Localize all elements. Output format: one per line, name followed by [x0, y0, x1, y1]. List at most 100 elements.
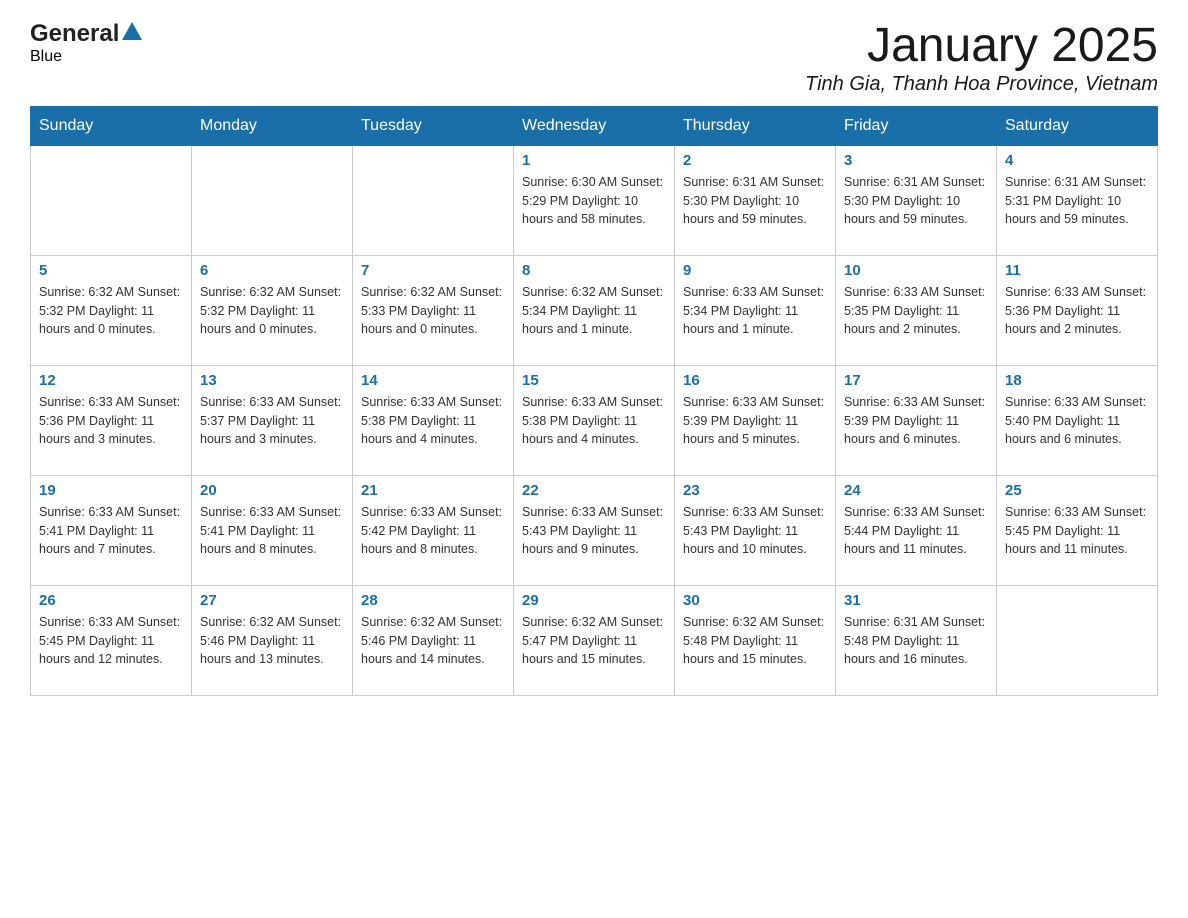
calendar-cell: 25 Sunrise: 6:33 AM Sunset: 5:45 PM Dayli… — [997, 475, 1158, 585]
day-info: Sunrise: 6:32 AM Sunset: 5:46 PM Dayligh… — [200, 613, 344, 669]
calendar-cell: 2 Sunrise: 6:31 AM Sunset: 5:30 PM Daylig… — [675, 145, 836, 255]
day-info: Sunrise: 6:32 AM Sunset: 5:47 PM Dayligh… — [522, 613, 666, 669]
day-info: Sunrise: 6:33 AM Sunset: 5:35 PM Dayligh… — [844, 283, 988, 339]
calendar-header: SundayMondayTuesdayWednesdayThursdayFrid… — [31, 106, 1158, 145]
day-number: 7 — [361, 262, 505, 279]
calendar-cell: 19Sunrise: 6:33 AM Sunset: 5:41 PM Dayli… — [31, 475, 192, 585]
day-number: 21 — [361, 482, 505, 499]
day-number: 13 — [200, 372, 344, 389]
calendar-cell: 4 Sunrise: 6:31 AM Sunset: 5:31 PM Daylig… — [997, 145, 1158, 255]
calendar-week-0: 1Sunrise: 6:30 AM Sunset: 5:29 PM Daylig… — [31, 145, 1158, 255]
day-number: 15 — [522, 372, 666, 389]
day-info: Sunrise: 6:31 AM Sunset: 5:48 PM Dayligh… — [844, 613, 988, 669]
day-number: 3 — [844, 152, 988, 169]
day-number: 20 — [200, 482, 344, 499]
column-header-monday: Monday — [192, 106, 353, 145]
day-number: 31 — [844, 592, 988, 609]
calendar-cell: 10 Sunrise: 6:33 AM Sunset: 5:35 PM Dayli… — [836, 255, 997, 365]
logo-triangle-icon — [122, 22, 142, 40]
day-number: 25 — [1005, 482, 1149, 499]
day-info: Sunrise: 6:33 AM Sunset: 5:38 PM Dayligh… — [361, 393, 505, 449]
calendar-cell: 20 Sunrise: 6:33 AM Sunset: 5:41 PM Dayli… — [192, 475, 353, 585]
day-info: Sunrise: 6:32 AM Sunset: 5:46 PM Dayligh… — [361, 613, 505, 669]
day-number: 16 — [683, 372, 827, 389]
calendar-cell: 18 Sunrise: 6:33 AM Sunset: 5:40 PM Dayli… — [997, 365, 1158, 475]
calendar-week-4: 26Sunrise: 6:33 AM Sunset: 5:45 PM Dayli… — [31, 585, 1158, 695]
calendar-cell: 30Sunrise: 6:32 AM Sunset: 5:48 PM Dayli… — [675, 585, 836, 695]
day-number: 17 — [844, 372, 988, 389]
day-info: Sunrise: 6:31 AM Sunset: 5:30 PM Dayligh… — [683, 173, 827, 229]
calendar-week-3: 19 Sunrise: 6:33 AM Sunset: 5:41 PM Dayli… — [31, 475, 1158, 585]
day-number: 22 — [522, 482, 666, 499]
day-info: Sunrise: 6:32 AM Sunset: 5:32 PM Dayligh… — [200, 283, 344, 339]
day-info: Sunrise: 6:33 AM Sunset: 5:36 PM Dayligh… — [39, 393, 183, 449]
calendar-cell: 29Sunrise: 6:32 AM Sunset: 5:47 PM Dayli… — [514, 585, 675, 695]
calendar-week-2: 12Sunrise: 6:33 AM Sunset: 5:36 PM Dayli… — [31, 365, 1158, 475]
day-number: 27 — [200, 592, 344, 609]
day-info: Sunrise: 6:33 AM Sunset: 5:44 PM Dayligh… — [844, 503, 988, 559]
day-info: Sunrise: 6:33 AM Sunset: 5:38 PM Dayligh… — [522, 393, 666, 449]
day-info: Sunrise: 6:32 AM Sunset: 5:34 PM Dayligh… — [522, 283, 666, 339]
day-number: 14 — [361, 372, 505, 389]
day-number: 5 — [39, 262, 183, 279]
calendar-cell: 22 Sunrise: 6:33 AM Sunset: 5:43 PM Dayli… — [514, 475, 675, 585]
calendar-cell — [192, 145, 353, 255]
logo-blue-text: Blue — [30, 48, 62, 65]
calendar-cell: 31 Sunrise: 6:31 AM Sunset: 5:48 PM Dayli… — [836, 585, 997, 695]
day-info: Sunrise: 6:32 AM Sunset: 5:32 PM Dayligh… — [39, 283, 183, 339]
calendar-cell: 7 Sunrise: 6:32 AM Sunset: 5:33 PM Daylig… — [353, 255, 514, 365]
calendar-cell: 26Sunrise: 6:33 AM Sunset: 5:45 PM Dayli… — [31, 585, 192, 695]
calendar-cell: 21 Sunrise: 6:33 AM Sunset: 5:42 PM Dayli… — [353, 475, 514, 585]
calendar-table: SundayMondayTuesdayWednesdayThursdayFrid… — [30, 106, 1158, 696]
day-info: Sunrise: 6:33 AM Sunset: 5:40 PM Dayligh… — [1005, 393, 1149, 449]
day-info: Sunrise: 6:33 AM Sunset: 5:39 PM Dayligh… — [844, 393, 988, 449]
day-info: Sunrise: 6:33 AM Sunset: 5:43 PM Dayligh… — [522, 503, 666, 559]
calendar-cell: 3Sunrise: 6:31 AM Sunset: 5:30 PM Daylig… — [836, 145, 997, 255]
column-header-thursday: Thursday — [675, 106, 836, 145]
column-header-friday: Friday — [836, 106, 997, 145]
day-number: 11 — [1005, 262, 1149, 279]
header: General Blue January 2025 Tinh Gia, Than… — [30, 20, 1158, 96]
day-number: 2 — [683, 152, 827, 169]
day-number: 18 — [1005, 372, 1149, 389]
calendar-cell: 23 Sunrise: 6:33 AM Sunset: 5:43 PM Dayli… — [675, 475, 836, 585]
calendar-cell — [31, 145, 192, 255]
calendar-cell: 6 Sunrise: 6:32 AM Sunset: 5:32 PM Daylig… — [192, 255, 353, 365]
logo: General Blue — [30, 20, 142, 66]
calendar-cell — [353, 145, 514, 255]
calendar-cell: 8Sunrise: 6:32 AM Sunset: 5:34 PM Daylig… — [514, 255, 675, 365]
day-number: 9 — [683, 262, 827, 279]
day-info: Sunrise: 6:33 AM Sunset: 5:41 PM Dayligh… — [200, 503, 344, 559]
day-info: Sunrise: 6:33 AM Sunset: 5:39 PM Dayligh… — [683, 393, 827, 449]
day-number: 4 — [1005, 152, 1149, 169]
calendar-cell: 13Sunrise: 6:33 AM Sunset: 5:37 PM Dayli… — [192, 365, 353, 475]
calendar-body: 1Sunrise: 6:30 AM Sunset: 5:29 PM Daylig… — [31, 145, 1158, 695]
column-header-saturday: Saturday — [997, 106, 1158, 145]
day-info: Sunrise: 6:33 AM Sunset: 5:45 PM Dayligh… — [1005, 503, 1149, 559]
day-info: Sunrise: 6:32 AM Sunset: 5:48 PM Dayligh… — [683, 613, 827, 669]
calendar-cell — [997, 585, 1158, 695]
day-number: 10 — [844, 262, 988, 279]
calendar-cell: 5 Sunrise: 6:32 AM Sunset: 5:32 PM Daylig… — [31, 255, 192, 365]
column-header-tuesday: Tuesday — [353, 106, 514, 145]
calendar-cell: 16 Sunrise: 6:33 AM Sunset: 5:39 PM Dayli… — [675, 365, 836, 475]
title-area: January 2025 Tinh Gia, Thanh Hoa Provinc… — [805, 20, 1158, 96]
day-number: 6 — [200, 262, 344, 279]
day-info: Sunrise: 6:31 AM Sunset: 5:31 PM Dayligh… — [1005, 173, 1149, 229]
day-number: 1 — [522, 152, 666, 169]
day-info: Sunrise: 6:33 AM Sunset: 5:45 PM Dayligh… — [39, 613, 183, 669]
calendar-cell: 15 Sunrise: 6:33 AM Sunset: 5:38 PM Dayli… — [514, 365, 675, 475]
page-title: January 2025 — [805, 20, 1158, 73]
calendar-cell: 14 Sunrise: 6:33 AM Sunset: 5:38 PM Dayli… — [353, 365, 514, 475]
day-number: 19 — [39, 482, 183, 499]
day-info: Sunrise: 6:33 AM Sunset: 5:43 PM Dayligh… — [683, 503, 827, 559]
logo-general-text: General — [30, 20, 119, 48]
day-info: Sunrise: 6:33 AM Sunset: 5:34 PM Dayligh… — [683, 283, 827, 339]
day-number: 24 — [844, 482, 988, 499]
day-number: 23 — [683, 482, 827, 499]
subtitle: Tinh Gia, Thanh Hoa Province, Vietnam — [805, 73, 1158, 96]
day-info: Sunrise: 6:33 AM Sunset: 5:42 PM Dayligh… — [361, 503, 505, 559]
day-info: Sunrise: 6:32 AM Sunset: 5:33 PM Dayligh… — [361, 283, 505, 339]
day-number: 28 — [361, 592, 505, 609]
calendar-cell: 9 Sunrise: 6:33 AM Sunset: 5:34 PM Daylig… — [675, 255, 836, 365]
